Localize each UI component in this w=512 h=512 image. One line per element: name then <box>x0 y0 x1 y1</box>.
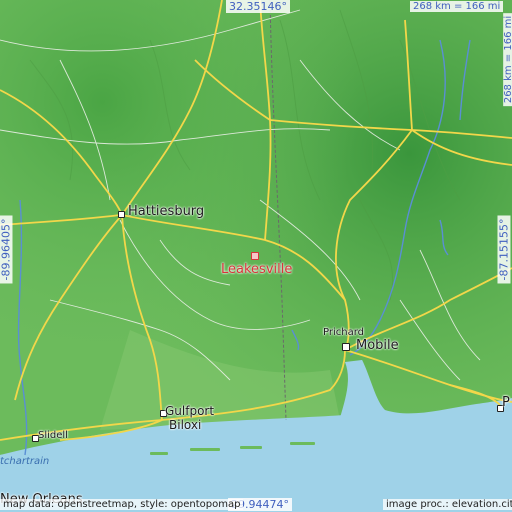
scale-horizontal-label: 268 km = 166 mi <box>410 1 504 12</box>
city-label-biloxi: Biloxi <box>169 418 202 432</box>
city-label-hattiesburg: Hattiesburg <box>128 204 205 219</box>
leakesville-marker <box>251 252 259 260</box>
scale-vertical-label: 268 km = 166 mi <box>503 12 512 107</box>
coord-right-label: -87.15155° <box>497 215 511 284</box>
city-label-mobile: Mobile <box>356 338 399 353</box>
water-label-pontchartrain: tchartrain <box>0 456 50 467</box>
city-label-pensacola: P <box>502 395 510 410</box>
coord-left-label: -89.96405° <box>0 215 13 284</box>
coord-top-label: 32.35146° <box>226 0 290 13</box>
hattiesburg-marker <box>118 211 125 218</box>
attribution-right: image proc.: elevation.city <box>383 499 512 510</box>
city-label-gulfport: Gulfport <box>165 404 215 418</box>
target-city-label: Leakesville <box>221 262 293 277</box>
elevation-map[interactable]: Hattiesburg Leakesville Prichard Mobile … <box>0 0 512 512</box>
attribution-left: map data: openstreetmap, style: opentopo… <box>0 499 244 510</box>
city-label-prichard: Prichard <box>323 327 364 338</box>
mobile-marker <box>342 343 350 351</box>
city-label-slidell: Slidell <box>38 430 68 441</box>
